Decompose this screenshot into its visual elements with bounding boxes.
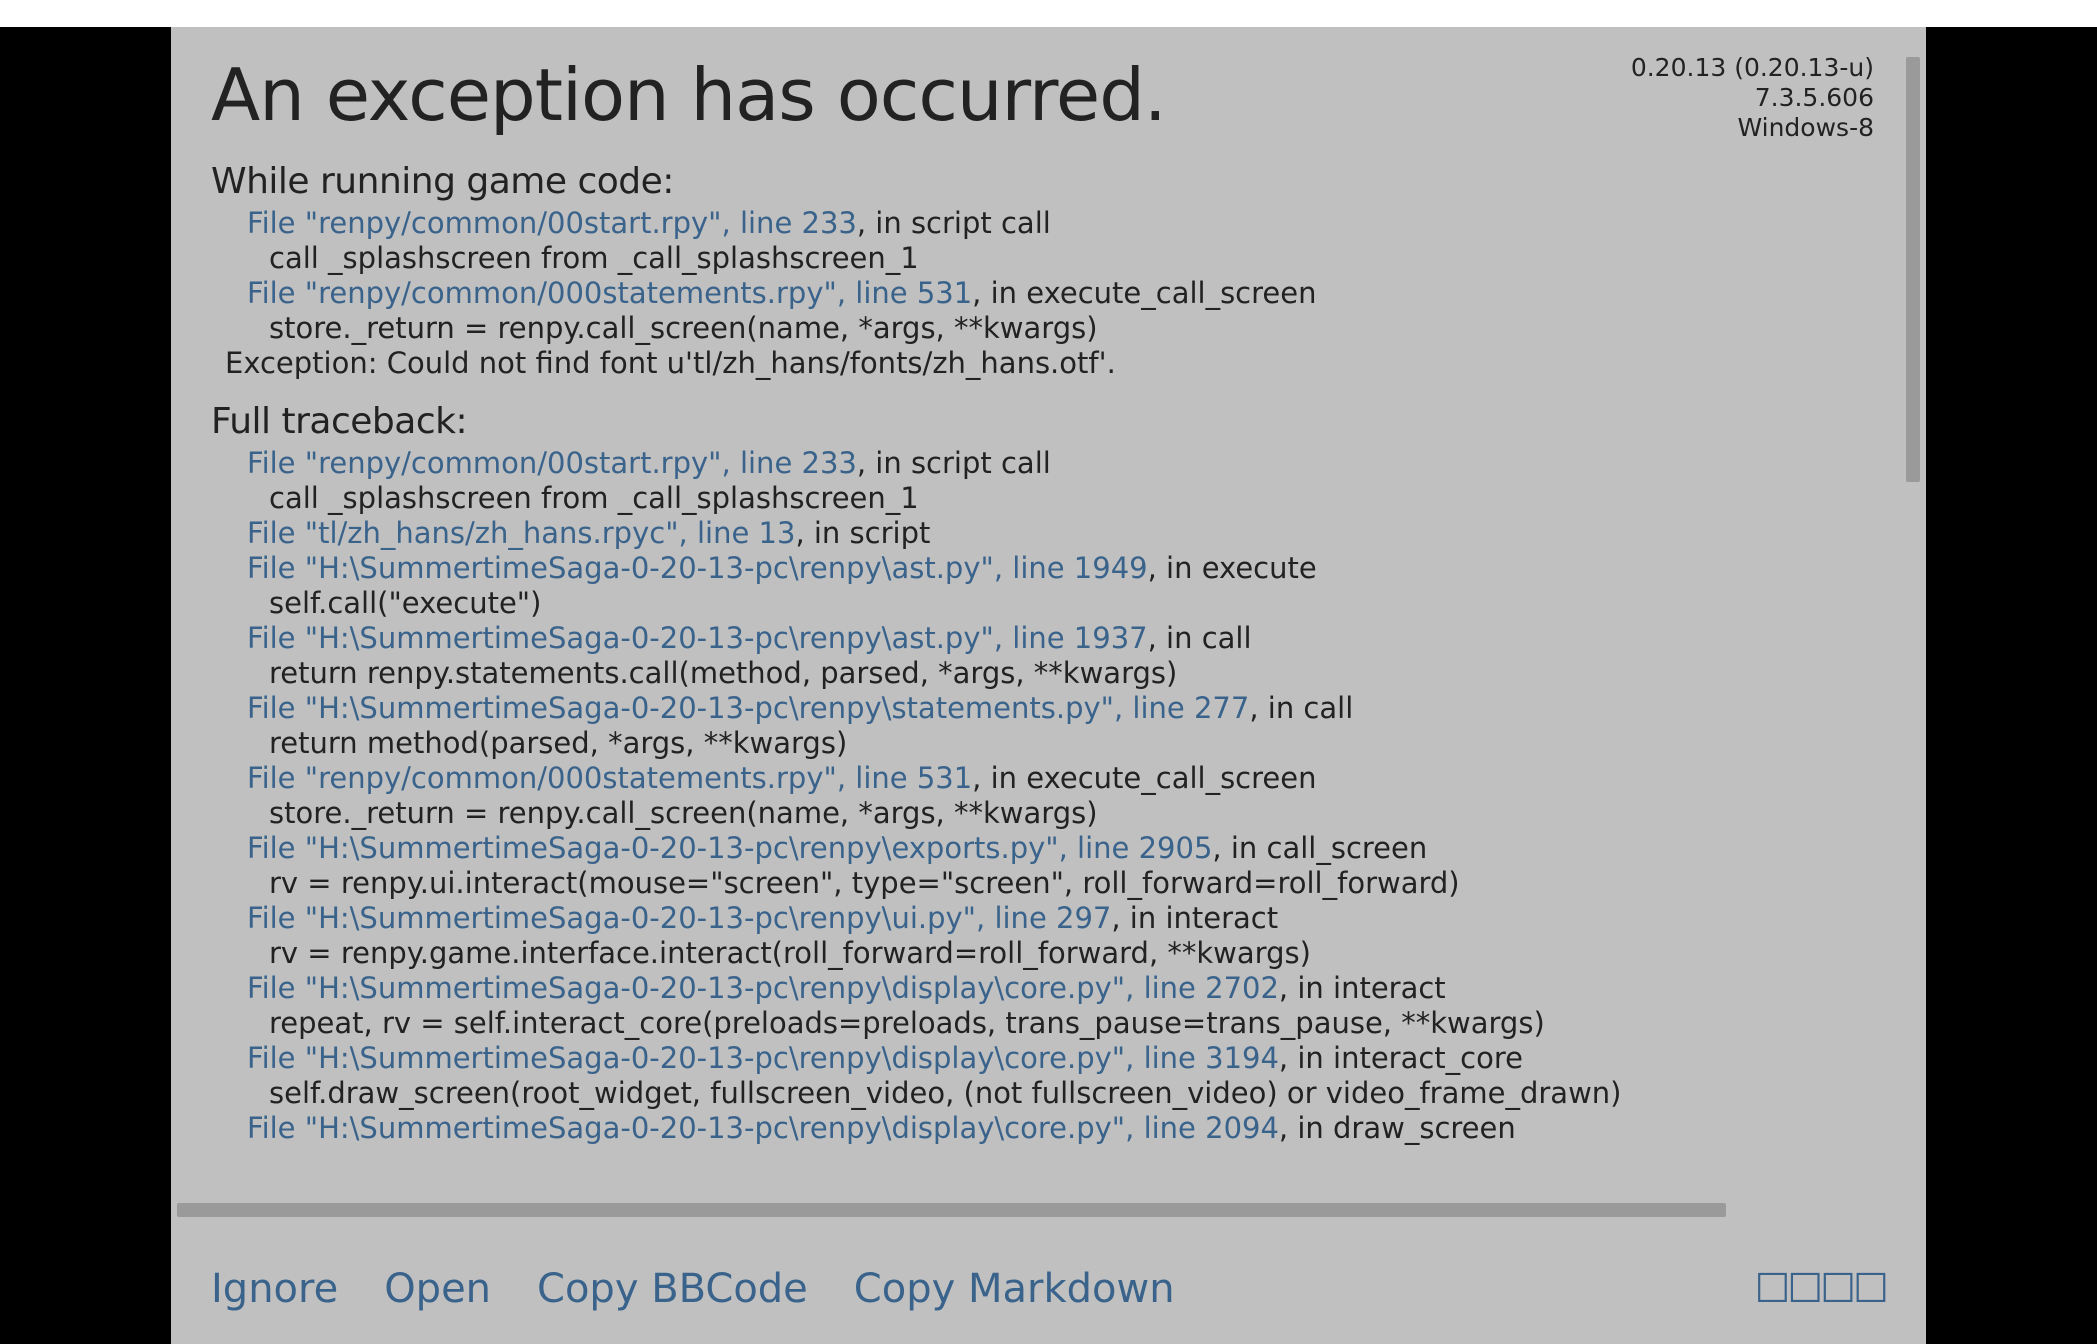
error-window: An exception has occurred. 0.20.13 (0.20… [171, 27, 1926, 1344]
letterbox-top [0, 0, 2097, 27]
traceback-file-line[interactable]: File "H:\SummertimeSaga-0-20-13-pc\renpy… [247, 621, 1886, 656]
traceback-file-line[interactable]: File "H:\SummertimeSaga-0-20-13-pc\renpy… [247, 1111, 1886, 1146]
ignore-button[interactable]: Ignore [211, 1266, 338, 1312]
traceback-code-line: call _splashscreen from _call_splashscre… [269, 481, 1886, 516]
section-full: Full traceback: [211, 401, 1886, 442]
button-bar: Ignore Open Copy BBCode Copy Markdown ☐☐… [171, 1234, 1926, 1344]
copy-markdown-button[interactable]: Copy Markdown [854, 1266, 1175, 1312]
running-traceback: File "renpy/common/00start.rpy", line 23… [211, 206, 1886, 346]
traceback-file-line[interactable]: File "H:\SummertimeSaga-0-20-13-pc\renpy… [247, 901, 1886, 936]
traceback-code-line: store._return = renpy.call_screen(name, … [269, 311, 1886, 346]
traceback-file-line[interactable]: File "H:\SummertimeSaga-0-20-13-pc\renpy… [247, 551, 1886, 586]
traceback-code-line: return method(parsed, *args, **kwargs) [269, 726, 1886, 761]
traceback-file-line[interactable]: File "renpy/common/00start.rpy", line 23… [247, 206, 1886, 241]
os-version: Windows-8 [1631, 113, 1874, 143]
exception-message: Exception: Could not find font u'tl/zh_h… [225, 346, 1886, 381]
traceback-file-line[interactable]: File "H:\SummertimeSaga-0-20-13-pc\renpy… [247, 831, 1886, 866]
scroll-viewport: An exception has occurred. 0.20.13 (0.20… [171, 27, 1926, 1217]
renpy-version: 7.3.5.606 [1631, 83, 1874, 113]
vertical-scrollbar[interactable] [1906, 57, 1920, 1209]
horizontal-scrollbar-thumb[interactable] [177, 1203, 1726, 1217]
traceback-file-line[interactable]: File "renpy/common/00start.rpy", line 23… [247, 446, 1886, 481]
traceback-code-line: call _splashscreen from _call_splashscre… [269, 241, 1886, 276]
traceback-file-line[interactable]: File "tl/zh_hans/zh_hans.rpyc", line 13,… [247, 516, 1886, 551]
copy-bbcode-button[interactable]: Copy BBCode [537, 1266, 808, 1312]
traceback-file-line[interactable]: File "renpy/common/000statements.rpy", l… [247, 761, 1886, 796]
traceback-code-line: repeat, rv = self.interact_core(preloads… [269, 1006, 1886, 1041]
traceback-file-line[interactable]: File "H:\SummertimeSaga-0-20-13-pc\renpy… [247, 971, 1886, 1006]
traceback-code-line: return renpy.statements.call(method, par… [269, 656, 1886, 691]
traceback-code-line: self.draw_screen(root_widget, fullscreen… [269, 1076, 1886, 1111]
traceback-code-line: store._return = renpy.call_screen(name, … [269, 796, 1886, 831]
horizontal-scrollbar[interactable] [177, 1203, 1898, 1217]
error-content: An exception has occurred. 0.20.13 (0.20… [171, 27, 1926, 1146]
traceback-code-line: rv = renpy.game.interface.interact(roll_… [269, 936, 1886, 971]
traceback-file-line[interactable]: File "H:\SummertimeSaga-0-20-13-pc\renpy… [247, 691, 1886, 726]
full-traceback: File "renpy/common/00start.rpy", line 23… [211, 446, 1886, 1146]
traceback-code-line: self.call("execute") [269, 586, 1886, 621]
section-running: While running game code: [211, 161, 1886, 202]
traceback-file-line[interactable]: File "H:\SummertimeSaga-0-20-13-pc\renpy… [247, 1041, 1886, 1076]
game-version: 0.20.13 (0.20.13-u) [1631, 53, 1874, 83]
traceback-code-line: rv = renpy.ui.interact(mouse="screen", t… [269, 866, 1886, 901]
open-button[interactable]: Open [384, 1266, 491, 1312]
version-info: 0.20.13 (0.20.13-u) 7.3.5.606 Windows-8 [1631, 53, 1874, 143]
right-glyphs[interactable]: ☐☐☐☐ [1755, 1266, 1886, 1312]
vertical-scrollbar-thumb[interactable] [1906, 57, 1920, 482]
traceback-file-line[interactable]: File "renpy/common/000statements.rpy", l… [247, 276, 1886, 311]
